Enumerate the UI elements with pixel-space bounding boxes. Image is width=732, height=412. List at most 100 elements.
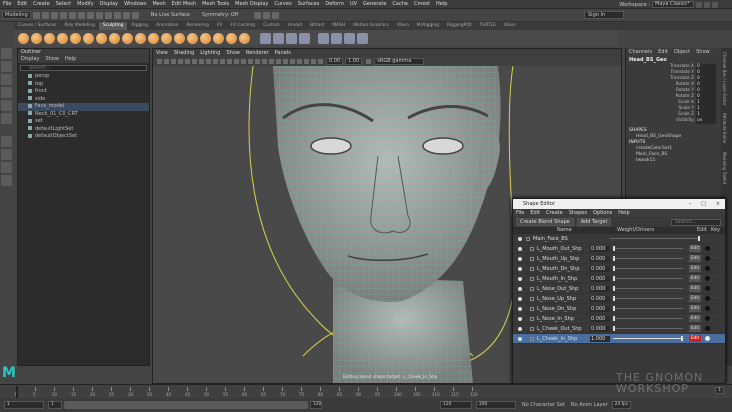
shadows-icon[interactable]	[262, 59, 267, 64]
viewport-menu-show[interactable]: Show	[223, 49, 243, 57]
film-gate-icon[interactable]	[185, 59, 190, 64]
shelf-tab-motion-graphics[interactable]: Motion Graphics	[349, 22, 393, 30]
outliner-item-front[interactable]: front	[18, 88, 149, 96]
pinch-tool-icon[interactable]	[70, 32, 81, 44]
erase-tool-icon[interactable]	[273, 32, 284, 44]
shape-editor-menu-options[interactable]: Options	[590, 209, 615, 217]
viewport-menu-renderer[interactable]: Renderer	[243, 49, 272, 57]
sculpt-tool-icon[interactable]	[18, 32, 29, 44]
snap-surface-icon[interactable]	[131, 11, 139, 19]
blend-shape-icon[interactable]	[344, 32, 355, 44]
shelf-tab-rigging[interactable]: Rigging	[127, 22, 152, 30]
edit-button[interactable]: Edit	[689, 275, 701, 282]
smear-tool-icon[interactable]	[200, 32, 211, 44]
key-icon[interactable]	[705, 246, 710, 251]
color-management-icon[interactable]	[366, 59, 372, 64]
image-plane-icon[interactable]	[171, 59, 176, 64]
close-icon[interactable]: ×	[711, 201, 725, 207]
shelf-tab-animation[interactable]: Animation	[152, 22, 182, 30]
maximize-icon[interactable]	[704, 1, 710, 8]
shelf-tab-arnold[interactable]: Arnold	[284, 22, 306, 30]
shelf-tab-rendering[interactable]: Rendering	[182, 22, 212, 30]
menu-generate[interactable]: Generate	[360, 0, 389, 9]
invert-freeze-icon[interactable]	[299, 32, 310, 44]
safe-title-icon[interactable]	[220, 59, 225, 64]
resolution-gate-icon[interactable]	[192, 59, 197, 64]
weight-slider[interactable]	[613, 336, 683, 341]
scale-tool-icon[interactable]	[1, 113, 12, 124]
target-row[interactable]: L_Mouth_Out_Shp 0.000 Edit	[513, 244, 725, 254]
slider-handle[interactable]	[613, 276, 615, 281]
shelf-tab-fx[interactable]: FX	[213, 22, 227, 30]
smooth-tool-icon[interactable]	[31, 32, 42, 44]
menu-set-dropdown[interactable]: Modeling	[2, 11, 31, 19]
slider-handle[interactable]	[613, 296, 615, 301]
menu-curves[interactable]: Curves	[271, 0, 294, 9]
render-settings-icon[interactable]	[272, 11, 280, 19]
flatten-tool-icon[interactable]	[83, 32, 94, 44]
shelf-tab-riggingpqt[interactable]: RiggingPQt	[443, 22, 475, 30]
outliner-item-default-light-set[interactable]: defaultLightSet	[18, 126, 149, 134]
shape-editor-menu-shapes[interactable]: Shapes	[566, 209, 590, 217]
repeat-tool-icon[interactable]	[122, 32, 133, 44]
tab-modeling-toolkit[interactable]: Modeling Toolkit	[721, 148, 728, 188]
new-scene-icon[interactable]	[32, 11, 40, 19]
slider-handle[interactable]	[613, 246, 615, 251]
weight-slider[interactable]	[613, 286, 683, 291]
outliner-menu-help[interactable]: Help	[62, 56, 79, 63]
rotate-tool-icon[interactable]	[1, 100, 12, 111]
foamy-tool-icon[interactable]	[96, 32, 107, 44]
redo-icon[interactable]	[68, 11, 76, 19]
add-target-button[interactable]: Add Target	[576, 218, 612, 226]
tab-channel-box[interactable]: Channel Box / Layer Editor	[721, 48, 728, 109]
anim-end-field[interactable]: 200	[476, 401, 516, 409]
shelf-tab-bifrost[interactable]: Bifrost	[306, 22, 328, 30]
move-tool-icon[interactable]	[1, 87, 12, 98]
shape-editor-menu-help[interactable]: Help	[615, 209, 632, 217]
target-row[interactable]: L_Cheek_Out_Shp 0.000 Edit	[513, 324, 725, 334]
current-time-indicator[interactable]	[16, 386, 18, 398]
menu-display[interactable]: Display	[97, 0, 121, 9]
screen-space-ao-icon[interactable]	[269, 59, 274, 64]
camera-gamma-field[interactable]: 1.00	[345, 58, 363, 65]
shape-editor-menu-create[interactable]: Create	[543, 209, 566, 217]
range-bar[interactable]	[64, 401, 308, 409]
select-hierarchy-icon[interactable]	[77, 11, 85, 19]
channel-box-menu-object[interactable]: Object	[671, 48, 693, 56]
tab-attribute-editor[interactable]: Attribute Editor	[721, 109, 728, 148]
shelf-tab-xgen[interactable]: XGen	[393, 22, 413, 30]
fps-dropdown[interactable]: 24 fps	[611, 401, 631, 409]
slider-handle[interactable]	[613, 316, 615, 321]
snap-point-icon[interactable]	[122, 11, 130, 19]
layout-two-icon[interactable]	[1, 175, 12, 186]
weight-slider[interactable]	[613, 296, 683, 301]
playback-end-field[interactable]: 120	[310, 401, 322, 409]
outliner-search-input[interactable]: Search...	[20, 65, 147, 71]
slider-handle[interactable]	[613, 266, 615, 271]
bulge-tool-icon[interactable]	[213, 32, 224, 44]
grid-icon[interactable]	[178, 59, 183, 64]
gate-mask-icon[interactable]	[199, 59, 204, 64]
visibility-icon[interactable]	[518, 276, 522, 281]
blendshape-group-row[interactable]: Main_Face_BS	[513, 234, 725, 244]
envelope-slider[interactable]	[610, 236, 700, 241]
slider-handle[interactable]	[698, 236, 700, 241]
menu-windows[interactable]: Windows	[121, 0, 149, 9]
layout-persp-outliner-icon[interactable]	[1, 162, 12, 173]
outliner-item-top[interactable]: top	[18, 81, 149, 89]
knife-tool-icon[interactable]	[187, 32, 198, 44]
menu-surfaces[interactable]: Surfaces	[295, 0, 323, 9]
menu-file[interactable]: File	[0, 0, 14, 9]
slider-handle[interactable]	[613, 306, 615, 311]
edit-button[interactable]: Edit	[689, 315, 701, 322]
target-row[interactable]: L_Nose_Up_Shp 0.000 Edit	[513, 294, 725, 304]
channel-box-object-name[interactable]: Head_BS_Geo	[626, 56, 721, 64]
motion-blur-icon[interactable]	[276, 59, 281, 64]
edit-button[interactable]: Edit	[689, 295, 701, 302]
target-row[interactable]: L_Mouth_Up_Shp 0.000 Edit	[513, 254, 725, 264]
select-object-icon[interactable]	[86, 11, 94, 19]
menu-mesh[interactable]: Mesh	[149, 0, 168, 9]
menu-deform[interactable]: Deform	[322, 0, 347, 9]
visibility-icon[interactable]	[518, 266, 522, 271]
edit-button-active[interactable]: Edit	[689, 335, 701, 342]
